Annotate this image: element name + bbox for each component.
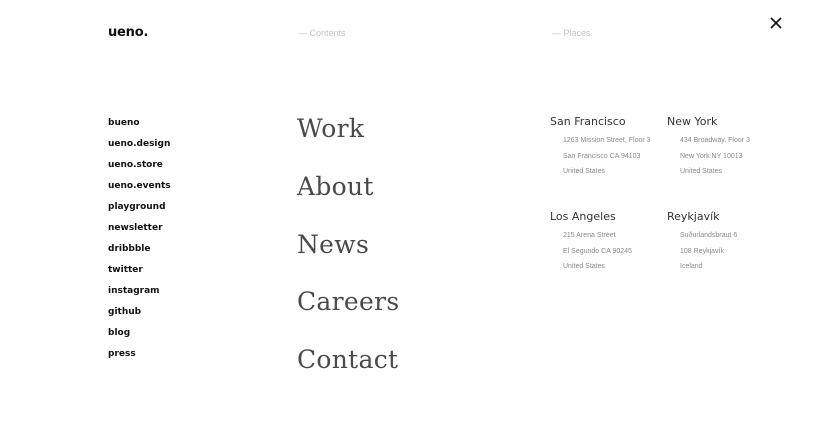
place-address-line: San Francisco CA 94103: [563, 152, 641, 160]
link-github[interactable]: github: [108, 305, 171, 326]
place-address-line: 215 Arena Street: [563, 232, 616, 239]
link-instagram[interactable]: instagram: [108, 284, 171, 305]
menu-overlay: ueno. — Contents — Places bueno ueno.des…: [0, 0, 828, 423]
link-ueno-design[interactable]: ueno.design: [108, 137, 171, 158]
place-address-line: El Segundo CA 90245: [563, 247, 632, 255]
nav-about[interactable]: About: [297, 168, 399, 226]
nav-work[interactable]: Work: [297, 110, 399, 168]
link-bueno[interactable]: bueno: [108, 116, 171, 137]
place-address-line: 434 Broadway, Floor 3: [680, 137, 750, 144]
main-nav: Work About News Careers Contact: [297, 110, 399, 399]
contents-label: — Contents: [298, 28, 346, 38]
link-newsletter[interactable]: newsletter: [108, 221, 171, 242]
place-address-line: United States: [563, 263, 606, 271]
link-dribbble[interactable]: dribbble: [108, 242, 171, 263]
link-ueno-store[interactable]: ueno.store: [108, 158, 171, 179]
places-label: — Places: [552, 28, 591, 38]
nav-careers[interactable]: Careers: [297, 283, 399, 341]
place-address-line: Suðurlandsbraut 6: [680, 232, 738, 239]
nav-contact[interactable]: Contact: [297, 341, 399, 399]
link-ueno-events[interactable]: ueno.events: [108, 179, 171, 200]
place-new-york: New York 434 Broadway, Floor 3 New York …: [667, 115, 777, 180]
place-address-line: 1263 Mission Street, Floor 3: [563, 137, 651, 144]
place-address-line: New York NY 10013: [680, 152, 743, 160]
place-address-line: 108 Reykjavík: [680, 247, 724, 255]
place-los-angeles: Los Angeles 215 Arena Street El Segundo …: [550, 210, 660, 275]
place-city: New York: [667, 115, 718, 128]
link-blog[interactable]: blog: [108, 326, 171, 347]
place-reykjavik: Reykjavík Suðurlandsbraut 6 108 Reykjaví…: [667, 210, 777, 275]
place-address-line: United States: [563, 168, 606, 176]
nav-news[interactable]: News: [297, 226, 399, 284]
place-address-line: Iceland: [680, 263, 703, 271]
place-city: Los Angeles: [550, 210, 616, 223]
link-twitter[interactable]: twitter: [108, 263, 171, 284]
place-city: Reykjavík: [667, 210, 720, 223]
link-playground[interactable]: playground: [108, 200, 171, 221]
place-address-line: United States: [680, 168, 723, 176]
link-press[interactable]: press: [108, 347, 171, 368]
ueno-logo[interactable]: ueno.: [108, 25, 148, 41]
secondary-links: bueno ueno.design ueno.store ueno.events…: [108, 116, 171, 368]
close-icon[interactable]: [766, 13, 786, 33]
place-san-francisco: San Francisco 1263 Mission Street, Floor…: [550, 115, 660, 180]
place-city: San Francisco: [550, 115, 626, 128]
